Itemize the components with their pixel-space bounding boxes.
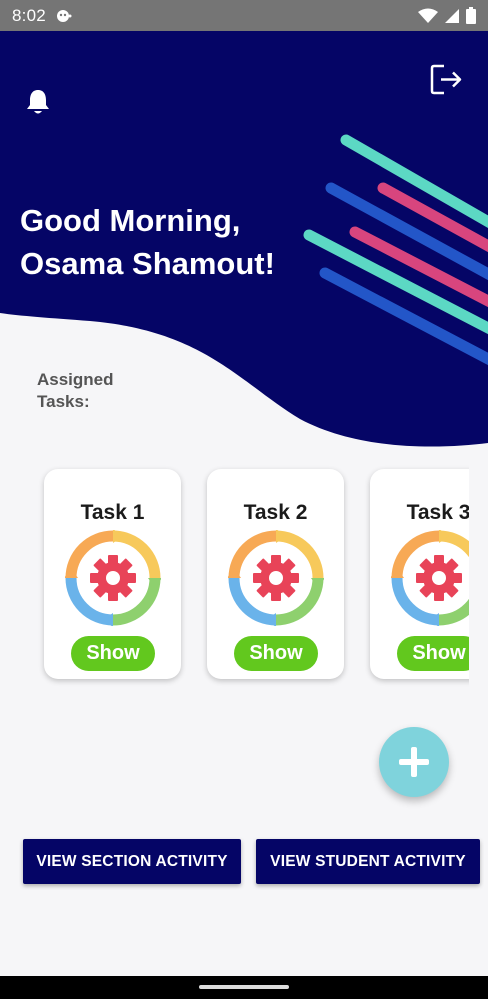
cell-signal-icon [445,8,459,23]
wifi-icon [418,8,438,23]
show-task-button[interactable]: Show [71,636,155,671]
tasks-carousel[interactable]: Task 1 Show Task 2 Show Task 3 Show [0,460,469,700]
gear-cycle-icon [65,530,161,626]
logout-icon[interactable] [430,63,463,96]
notification-status-icon [56,9,72,22]
bell-icon[interactable] [26,88,50,115]
assigned-label-line: Tasks: [37,392,90,411]
task-title: Task 3 [406,501,469,524]
plus-icon [399,747,429,777]
greeting-name: Osama Shamout! [20,246,275,281]
status-bar: 8:02 [0,0,488,31]
greeting-line: Good Morning, [20,203,241,238]
task-title: Task 1 [80,501,145,524]
view-student-activity-button[interactable]: View Student Activity [256,839,480,884]
task-card[interactable]: Task 2 Show [207,469,344,679]
gear-cycle-icon [391,530,469,626]
status-time: 8:02 [12,5,46,25]
show-task-button[interactable]: Show [234,636,318,671]
assigned-tasks-label: Assigned Tasks: [37,369,157,413]
home-indicator[interactable] [199,985,289,989]
add-task-button[interactable] [379,727,449,797]
view-section-activity-button[interactable]: View Section Activity [23,839,241,884]
assigned-label-line: Assigned [37,370,114,389]
task-title: Task 2 [243,501,308,524]
gear-cycle-icon [228,530,324,626]
task-card[interactable]: Task 1 Show [44,469,181,679]
status-icons [418,7,476,24]
greeting-title: Good Morning, Osama Shamout! [20,199,320,285]
task-card[interactable]: Task 3 Show [370,469,469,679]
battery-icon [466,7,476,24]
show-task-button[interactable]: Show [397,636,469,671]
